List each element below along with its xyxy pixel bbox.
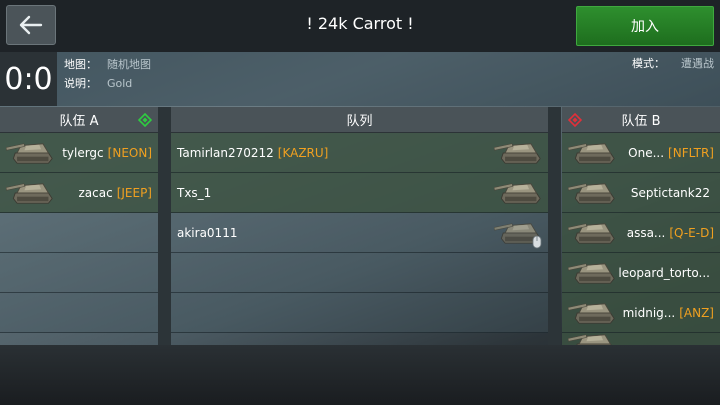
team-a-header: 队伍 A	[0, 107, 158, 133]
player-name: zacac	[78, 185, 113, 200]
description-info: 说明： Gold	[64, 75, 132, 91]
player-name-group: akira0111	[177, 226, 241, 240]
score-display: 0:0	[0, 52, 57, 106]
team-a-player-row[interactable]: zacac [JEEP]	[0, 173, 158, 213]
team-b-title: 队伍 B	[621, 114, 661, 129]
map-info: 地图： 随机地图	[64, 56, 151, 72]
team-b-player-row-partial[interactable]	[562, 333, 720, 345]
player-name: akira0111	[177, 225, 238, 240]
mode-value: 遭遇战	[681, 57, 714, 70]
room-title: ! 24k Carrot !	[306, 14, 414, 33]
tank-icon	[568, 143, 615, 164]
player-name-group: leopard_torto...	[618, 266, 714, 280]
mode-info: 模式： 遭遇战	[632, 55, 714, 71]
red-diamond-icon	[568, 113, 582, 127]
queue-empty-slot[interactable]	[171, 293, 548, 333]
queue-player-row[interactable]: Tamirlan270212 [KAZRU]	[171, 133, 548, 173]
bottom-area	[0, 345, 720, 405]
queue-header: 队列	[171, 107, 548, 133]
clan-tag: [Q-E-D]	[669, 225, 714, 240]
queue-player-row[interactable]: Txs_1	[171, 173, 548, 213]
arrow-left-icon	[19, 15, 43, 35]
divider	[548, 107, 561, 345]
player-name-group: midnig... [ANZ]	[623, 306, 714, 320]
map-label: 地图：	[64, 58, 97, 71]
green-diamond-icon	[138, 113, 152, 127]
player-name-group: Septictank22	[631, 186, 714, 200]
join-button[interactable]: 加入	[576, 6, 714, 46]
team-a-empty-slot[interactable]	[0, 213, 158, 253]
description-label: 说明：	[64, 77, 97, 90]
map-value: 随机地图	[107, 58, 151, 71]
tank-icon	[6, 183, 53, 204]
team-a-empty-slot[interactable]	[0, 253, 158, 293]
team-b-player-row[interactable]: Septictank22	[562, 173, 720, 213]
player-name: midnig...	[622, 305, 676, 320]
tank-icon	[568, 303, 615, 324]
team-a-player-row[interactable]: tylergc [NEON]	[0, 133, 158, 173]
queue-title: 队列	[346, 114, 373, 129]
clan-tag: [NEON]	[107, 145, 152, 160]
player-name: Septictank22	[630, 185, 710, 200]
player-name: tylergc	[62, 145, 104, 160]
tank-icon	[568, 263, 615, 284]
team-a-title: 队伍 A	[59, 114, 99, 129]
divider	[158, 107, 171, 345]
player-name: Tamirlan270212	[177, 145, 274, 160]
player-name-group: zacac [JEEP]	[78, 186, 152, 200]
team-b-panel: 队伍 B One... [NFLTR] Septictank22 assa...[…	[562, 107, 720, 345]
clan-tag: [KAZRU]	[277, 145, 329, 160]
player-name-group: tylergc [NEON]	[62, 146, 152, 160]
clan-tag: [NFLTR]	[668, 145, 714, 160]
player-name: Txs_1	[177, 185, 212, 200]
player-name: One...	[628, 145, 665, 160]
clan-tag: [JEEP]	[116, 185, 152, 200]
team-b-player-row[interactable]: leopard_torto...	[562, 253, 720, 293]
tank-icon	[568, 334, 615, 345]
player-name-group: Tamirlan270212 [KAZRU]	[177, 146, 328, 160]
queue-panel: 队列 Tamirlan270212 [KAZRU] Txs_1 akira0111	[171, 107, 548, 345]
tank-icon	[494, 143, 541, 164]
player-name: leopard_torto...	[618, 265, 710, 280]
player-name-group: One... [NFLTR]	[628, 146, 714, 160]
mouse-icon	[532, 235, 542, 249]
team-b-player-row[interactable]: One... [NFLTR]	[562, 133, 720, 173]
tank-icon	[568, 223, 615, 244]
team-a-panel: 队伍 A tylergc [NEON] zacac [JEEP]	[0, 107, 158, 345]
queue-empty-slot[interactable]	[171, 253, 548, 293]
team-b-header: 队伍 B	[562, 107, 720, 133]
team-a-empty-slot[interactable]	[0, 293, 158, 333]
back-button[interactable]	[6, 5, 56, 45]
player-name: assa...	[626, 225, 666, 240]
clan-tag: [ANZ]	[679, 305, 714, 320]
player-name-group: Txs_1	[177, 186, 215, 200]
team-b-player-row[interactable]: assa... [Q-E-D]	[562, 213, 720, 253]
queue-player-row[interactable]: akira0111	[171, 213, 548, 253]
player-name-group: assa... [Q-E-D]	[627, 226, 714, 240]
mode-label: 模式：	[632, 57, 665, 70]
tank-icon	[6, 143, 53, 164]
tank-icon	[494, 183, 541, 204]
tank-icon	[568, 183, 615, 204]
description-value: Gold	[107, 77, 133, 90]
